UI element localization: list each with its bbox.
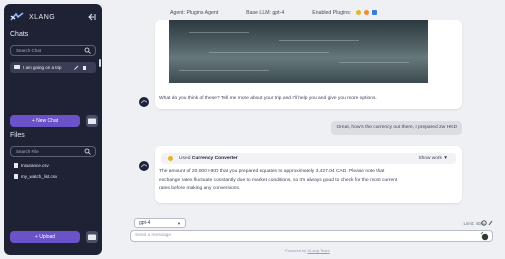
show-work-toggle[interactable]: Show work ▼ [418,153,448,164]
assistant-message-card: What do you think of these? Tell me more… [155,20,462,109]
file-search-placeholder: Search File [16,149,39,154]
assistant-message-line: exchange rates fluctuate constantly due … [159,177,398,183]
enabled-plugins: Enabled Plugins: [312,10,377,16]
file-name: my_watch_list.csv [21,174,58,179]
chats-title: Chats [10,31,29,38]
sidebar: XLANG Chats Search Chat I am going on a … [4,4,102,255]
upload-button[interactable]: + Upload [10,231,80,243]
file-search-input[interactable]: Search File [10,146,96,157]
assistant-message-text: The amount of 20,000 HKD that you prepar… [159,168,397,194]
chevron-down-icon: ▼ [443,156,448,161]
base-llm-label: Base LLM: gpt-4 [246,10,285,16]
plugin-icon [363,10,369,16]
folder-button[interactable] [86,231,98,243]
message-input[interactable]: Send a message [130,230,493,242]
model-select-value: gpt-4 [139,220,151,226]
collapse-sidebar-icon[interactable] [87,13,96,21]
file-icon [14,163,18,168]
assistant-message-line: rates before making any conversions. [159,186,241,191]
folder-icon [88,118,96,124]
chat-bubble-icon [14,65,20,69]
xlang-logo-icon [141,164,147,168]
xlang-logo-icon [141,100,147,104]
footer-prefix: Powered by [285,248,307,253]
user-message: Great, how's the currency out there, I p… [331,121,462,135]
chat-search-placeholder: Search Chat [16,48,42,53]
assistant-avatar [139,161,149,171]
app-name: XLANG [29,13,56,21]
settings-icon[interactable] [481,220,493,226]
search-icon[interactable] [84,47,91,54]
brand: XLANG [10,12,55,22]
assistant-message-card: Used Currency Converter Show work ▼ The … [155,146,462,203]
header-bar: Agent: Plugins Agent Base LLM: gpt-4 Ena… [170,10,377,16]
file-item[interactable]: my_watch_list.csv [14,174,57,179]
assistant-message-line: The amount of 20,000 HKD that you prepar… [159,169,385,174]
edit-icon[interactable] [74,65,79,70]
search-icon[interactable] [84,148,91,155]
currency-plugin-icon [168,156,173,161]
plugin-usage-bar[interactable]: Used Currency Converter Show work ▼ [161,153,456,164]
model-select[interactable]: gpt-4 ▼ [134,218,186,228]
chat-search-input[interactable]: Search Chat [10,45,96,56]
assistant-avatar [139,97,149,107]
chat-list-scrollbar[interactable] [99,59,101,67]
delete-icon[interactable] [82,65,87,70]
clear-chats-button[interactable] [86,115,98,127]
footer-link[interactable]: XLang Team [307,248,329,253]
file-item[interactable]: Insurance.csv [14,163,49,168]
new-chat-button[interactable]: + New Chat [10,115,80,127]
agent-label: Agent: Plugins Agent [170,10,219,16]
plugin-icons [355,10,377,16]
chat-item[interactable]: I am going on a trip [10,62,96,73]
assistant-message-text: What do you think of these? Tell me more… [159,96,377,101]
plugin-icon [371,10,377,16]
plugin-used-prefix: Used [179,156,191,161]
lake-photo [169,20,428,83]
enabled-plugins-label: Enabled Plugins: [312,10,352,16]
chevron-down-icon: ▼ [177,221,181,226]
xlang-logo-icon [10,12,24,21]
show-work-label: Show work [418,156,442,161]
plugin-used-name: Currency Converter [191,156,238,161]
chat-item-label: I am going on a trip [23,65,62,70]
file-name: Insurance.csv [21,163,49,168]
message-input-placeholder: Send a message [135,233,172,238]
plugin-icon [355,10,361,16]
footer: Powered by XLang Team [0,248,505,253]
files-title: Files [10,132,25,139]
send-icon[interactable] [479,231,489,241]
folder-icon [88,234,96,240]
file-icon [14,174,18,179]
